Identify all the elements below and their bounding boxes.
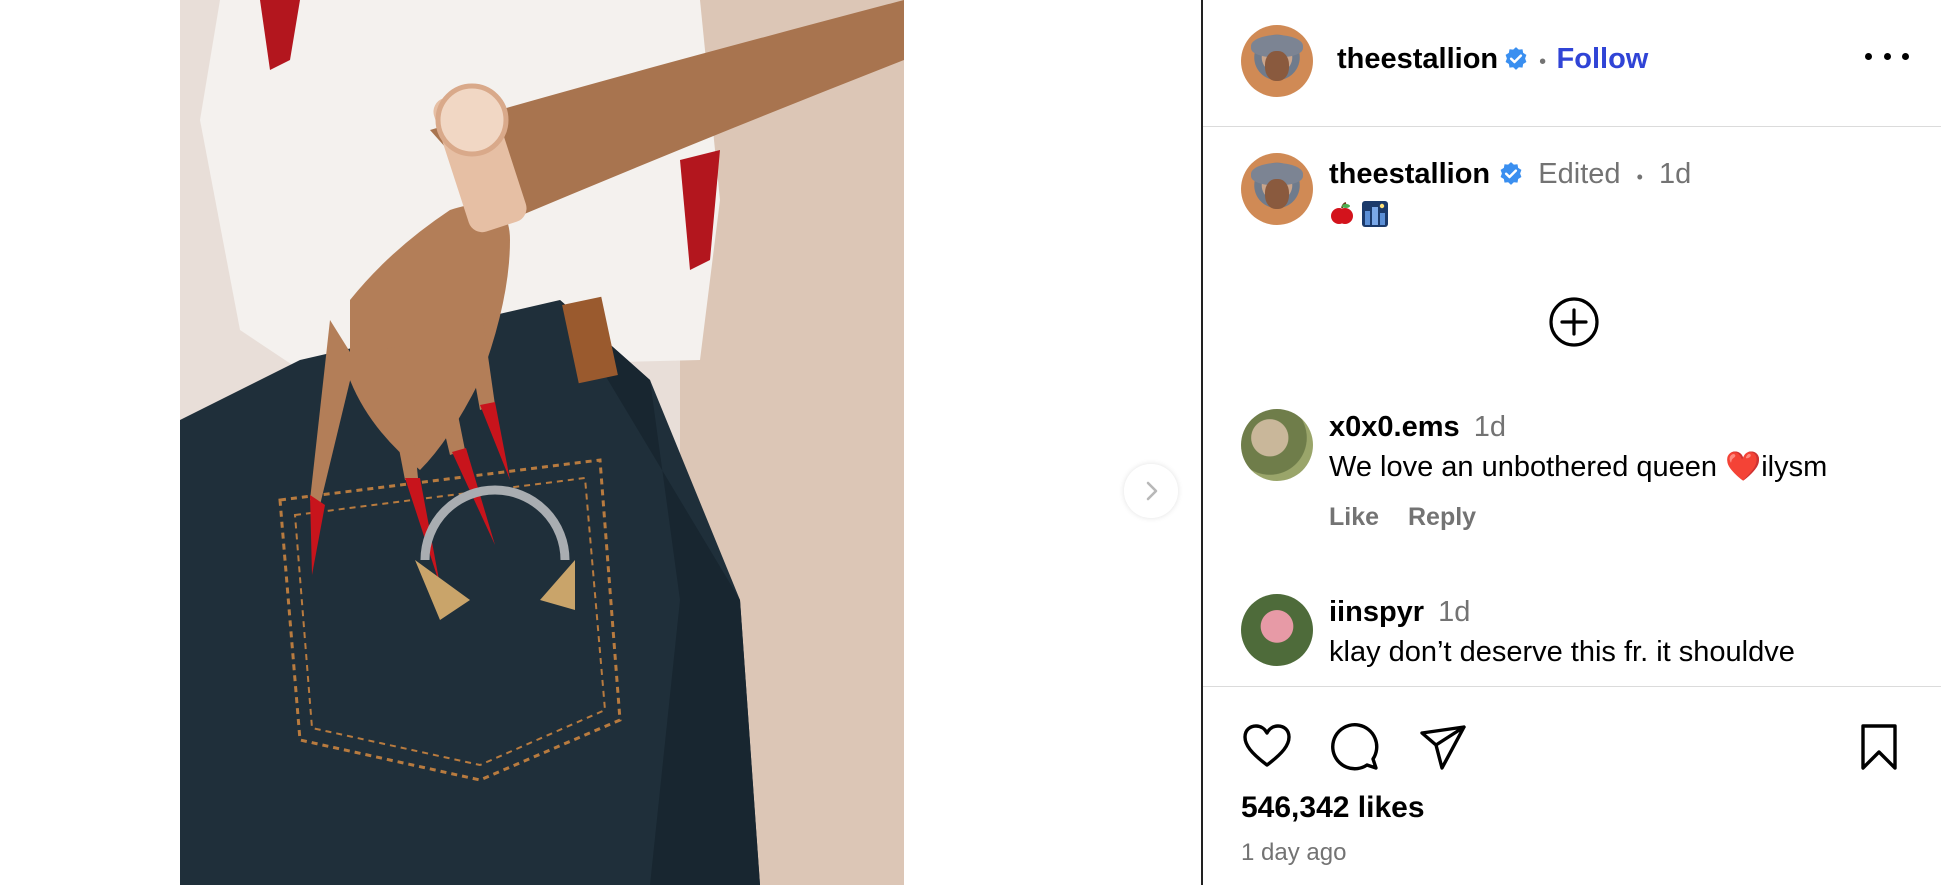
comment-text: We love an unbothered queen ❤️ilysm	[1329, 451, 1828, 483]
likes-count[interactable]: 546,342 likes	[1241, 791, 1425, 825]
caption-meta: theestallion Edited • 1d	[1329, 156, 1929, 195]
media-pane	[0, 0, 1201, 885]
chevron-right-icon	[1146, 481, 1158, 501]
comment-username[interactable]: iinspyr	[1329, 596, 1424, 628]
verified-badge-icon	[1505, 47, 1527, 70]
heart-icon[interactable]	[1241, 721, 1293, 773]
comment-username[interactable]: x0x0.ems	[1329, 411, 1460, 443]
edited-label: Edited	[1538, 158, 1621, 190]
caption-avatar[interactable]	[1241, 153, 1313, 225]
caption-username[interactable]: theestallion	[1329, 158, 1490, 190]
post-header: theestallion • Follow	[1203, 0, 1941, 127]
more-options-icon[interactable]	[1865, 44, 1909, 68]
header-separator: •	[1539, 51, 1547, 73]
bookmark-icon[interactable]	[1853, 721, 1905, 773]
like-comment-button[interactable]: Like	[1329, 503, 1379, 531]
commenter-avatar[interactable]	[1241, 594, 1313, 666]
author-avatar[interactable]	[1241, 25, 1313, 97]
post-footer: 546,342 likes 1 day ago	[1203, 686, 1941, 885]
follow-button[interactable]: Follow	[1557, 43, 1649, 75]
comment-icon[interactable]	[1329, 721, 1381, 773]
comment-meta: iinspyr 1d	[1329, 594, 1929, 630]
comment-text: klay don’t deserve this fr. it shouldve	[1329, 636, 1795, 668]
comment-time[interactable]: 1d	[1474, 411, 1506, 443]
author-username[interactable]: theestallion	[1337, 43, 1498, 75]
comments-list[interactable]: theestallion Edited • 1d x0x0.ems 1d We …	[1203, 128, 1941, 686]
post-photo[interactable]	[180, 0, 904, 885]
caption-separator: •	[1636, 167, 1643, 187]
next-photo-button[interactable]	[1124, 464, 1178, 518]
comment-time[interactable]: 1d	[1438, 596, 1470, 628]
reply-button[interactable]: Reply	[1408, 503, 1476, 531]
red-apple-icon	[1331, 202, 1353, 224]
add-circle-icon[interactable]	[1548, 296, 1600, 348]
send-icon[interactable]	[1417, 721, 1469, 773]
commenter-avatar[interactable]	[1241, 409, 1313, 481]
comment-meta: x0x0.ems 1d	[1329, 409, 1929, 445]
comment-actions: Like Reply	[1329, 503, 1929, 532]
caption-time[interactable]: 1d	[1659, 158, 1691, 190]
post-panel: theestallion • Follow theestallion Edite…	[1201, 0, 1941, 885]
caption-text	[1329, 201, 1929, 228]
night-city-icon	[1362, 201, 1389, 227]
verified-badge-icon	[1500, 162, 1522, 185]
photo-illustration	[180, 0, 904, 885]
header-user-line: theestallion • Follow	[1337, 43, 1648, 76]
post-timestamp[interactable]: 1 day ago	[1241, 839, 1346, 867]
